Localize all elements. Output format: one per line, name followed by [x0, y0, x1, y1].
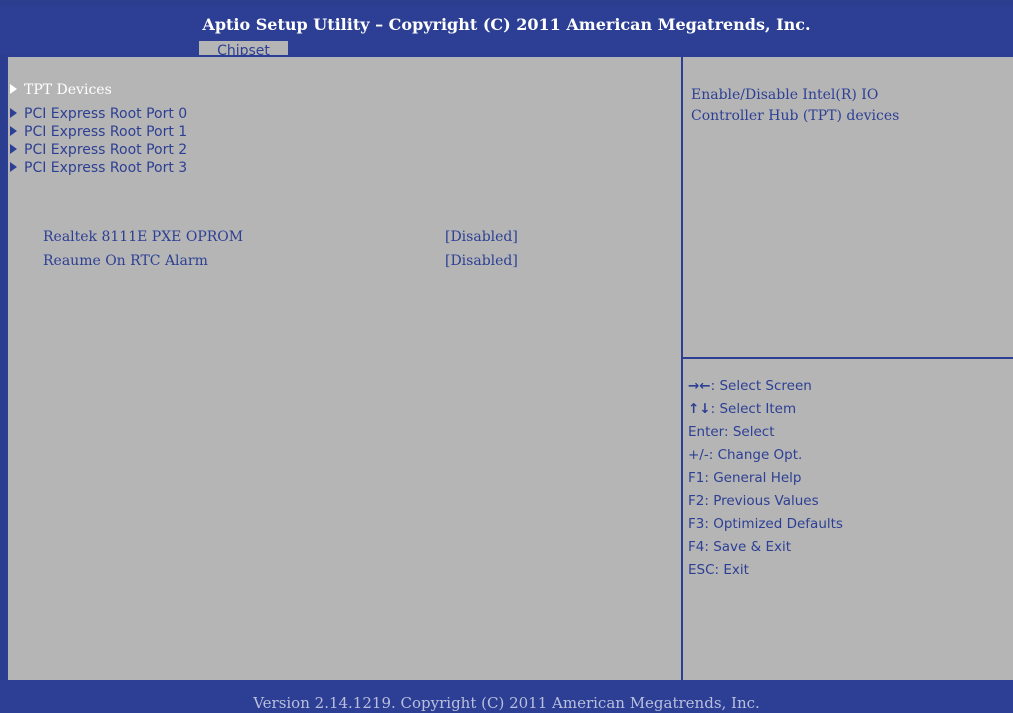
key-desc: ESC: Exit: [688, 562, 749, 578]
menu-item-label: TPT Devices: [24, 82, 112, 98]
key-f2: F2: Previous Values: [688, 490, 843, 513]
key-desc: F4: Save & Exit: [688, 539, 792, 555]
menu-item-label: PCI Express Root Port 0: [24, 106, 188, 122]
key-esc: ESC: Exit: [688, 559, 843, 582]
setting-realtek-pxe-oprom[interactable]: Realtek 8111E PXE OPROM [Disabled]: [43, 229, 663, 249]
menu-item-label: PCI Express Root Port 1: [24, 124, 188, 140]
setting-value[interactable]: [Disabled]: [445, 253, 518, 269]
submenu-arrow-icon: [10, 144, 17, 154]
submenu-arrow-icon: [10, 108, 17, 118]
submenu-arrow-icon: [10, 84, 17, 94]
settings-pane: TPT Devices PCI Express Root Port 0 PCI …: [8, 57, 681, 680]
main-frame: TPT Devices PCI Express Root Port 0 PCI …: [6, 55, 1013, 680]
key-desc: +/-: Change Opt.: [688, 447, 803, 463]
help-separator: [683, 357, 1013, 359]
key-desc: F1: General Help: [688, 470, 802, 486]
menu-item-pci-express-root-port-1[interactable]: PCI Express Root Port 1: [10, 123, 187, 141]
key-desc: : Select Screen: [710, 378, 812, 394]
help-line: Enable/Disable Intel(R) IO: [691, 87, 879, 103]
key-f3: F3: Optimized Defaults: [688, 513, 843, 536]
key-desc: F2: Previous Values: [688, 493, 819, 509]
header-bar: Aptio Setup Utility – Copyright (C) 2011…: [0, 6, 1013, 61]
key-f4: F4: Save & Exit: [688, 536, 843, 559]
header-title: Aptio Setup Utility – Copyright (C) 2011…: [202, 15, 811, 34]
key-select-screen: →←: Select Screen: [688, 375, 843, 398]
setting-label: Realtek 8111E PXE OPROM: [43, 229, 244, 245]
bios-screen: Aptio Setup Utility – Copyright (C) 2011…: [0, 0, 1013, 713]
up-down-arrows-icon: ↑↓: [688, 401, 711, 417]
key-enter: Enter: Select: [688, 421, 843, 444]
submenu-arrow-icon: [10, 162, 17, 172]
menu-item-label: PCI Express Root Port 2: [24, 142, 188, 158]
menu-item-label: PCI Express Root Port 3: [24, 160, 188, 176]
menu-item-pci-express-root-port-2[interactable]: PCI Express Root Port 2: [10, 141, 187, 159]
setting-label: Reaume On RTC Alarm: [43, 253, 208, 269]
menu-item-pci-express-root-port-3[interactable]: PCI Express Root Port 3: [10, 159, 187, 177]
key-f1: F1: General Help: [688, 467, 843, 490]
key-desc: : Select Item: [710, 401, 797, 417]
left-right-arrows-icon: →←: [688, 378, 711, 394]
key-desc: F3: Optimized Defaults: [688, 516, 843, 532]
submenu-arrow-icon: [10, 126, 17, 136]
key-change-opt: +/-: Change Opt.: [688, 444, 843, 467]
key-desc: Enter: Select: [688, 424, 775, 440]
help-pane: Enable/Disable Intel(R) IO Controller Hu…: [683, 57, 1013, 680]
help-description: Enable/Disable Intel(R) IO Controller Hu…: [691, 85, 1011, 127]
footer-bar: Version 2.14.1219. Copyright (C) 2011 Am…: [0, 680, 1013, 713]
setting-value[interactable]: [Disabled]: [445, 229, 518, 245]
key-select-item: ↑↓: Select Item: [688, 398, 843, 421]
footer-version: Version 2.14.1219. Copyright (C) 2011 Am…: [253, 694, 760, 712]
menu-item-tpt-devices[interactable]: TPT Devices: [10, 81, 112, 99]
help-line: Controller Hub (TPT) devices: [691, 108, 900, 124]
setting-resume-on-rtc-alarm[interactable]: Reaume On RTC Alarm [Disabled]: [43, 253, 663, 273]
menu-item-pci-express-root-port-0[interactable]: PCI Express Root Port 0: [10, 105, 187, 123]
key-legend: →←: Select Screen ↑↓: Select Item Enter:…: [688, 375, 843, 582]
